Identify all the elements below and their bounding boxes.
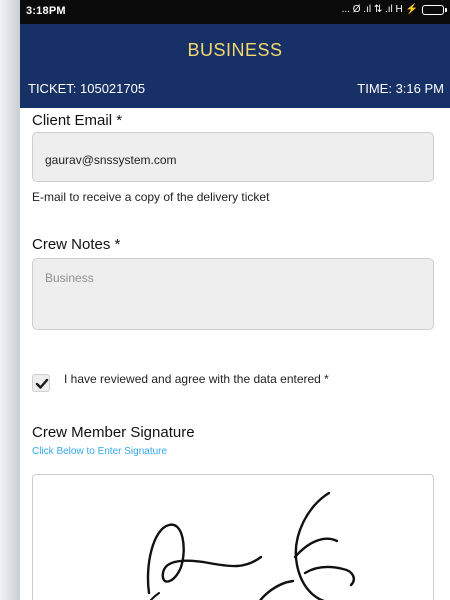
- status-icons: ... Ø .ıl ⇅ .ıl H ⚡: [341, 4, 447, 15]
- page-title: BUSINESS: [187, 40, 283, 60]
- crew-notes-label: Crew Notes *: [32, 236, 121, 253]
- crew-notes-placeholder: Business: [45, 271, 94, 285]
- signature-pad[interactable]: [32, 474, 434, 600]
- checkmark-icon: [35, 378, 49, 389]
- status-time: 3:18PM: [26, 5, 66, 17]
- left-edge-shadow: [0, 0, 20, 600]
- client-email-field[interactable]: gaurav@snssystem.com: [32, 132, 434, 182]
- crew-notes-field[interactable]: Business: [32, 258, 434, 330]
- signature-label: Crew Member Signature: [32, 424, 195, 441]
- ticket-time: TIME: 3:16 PM: [357, 81, 444, 96]
- status-bar: 3:18PM ... Ø .ıl ⇅ .ıl H ⚡: [20, 0, 450, 24]
- ticket-number: TICKET: 105021705: [28, 81, 146, 96]
- client-email-label: Client Email *: [32, 112, 123, 129]
- client-email-value: gaurav@snssystem.com: [45, 153, 177, 167]
- phone-screen: 3:18PM ... Ø .ıl ⇅ .ıl H ⚡ BUSINESS TICK…: [20, 0, 450, 600]
- agreement-text: I have reviewed and agree with the data …: [64, 372, 329, 386]
- battery-icon: [422, 4, 447, 15]
- client-email-hint: E-mail to receive a copy of the delivery…: [32, 190, 270, 204]
- agreement-checkbox[interactable]: [32, 374, 50, 392]
- signature-instruction-link[interactable]: Click Below to Enter Signature: [32, 446, 167, 457]
- title-bar: BUSINESS TICKET: 105021705 TIME: 3:16 PM: [20, 24, 450, 108]
- network-indicators: ... Ø .ıl ⇅ .ıl H ⚡: [341, 4, 418, 15]
- signature-drawing: [146, 491, 355, 600]
